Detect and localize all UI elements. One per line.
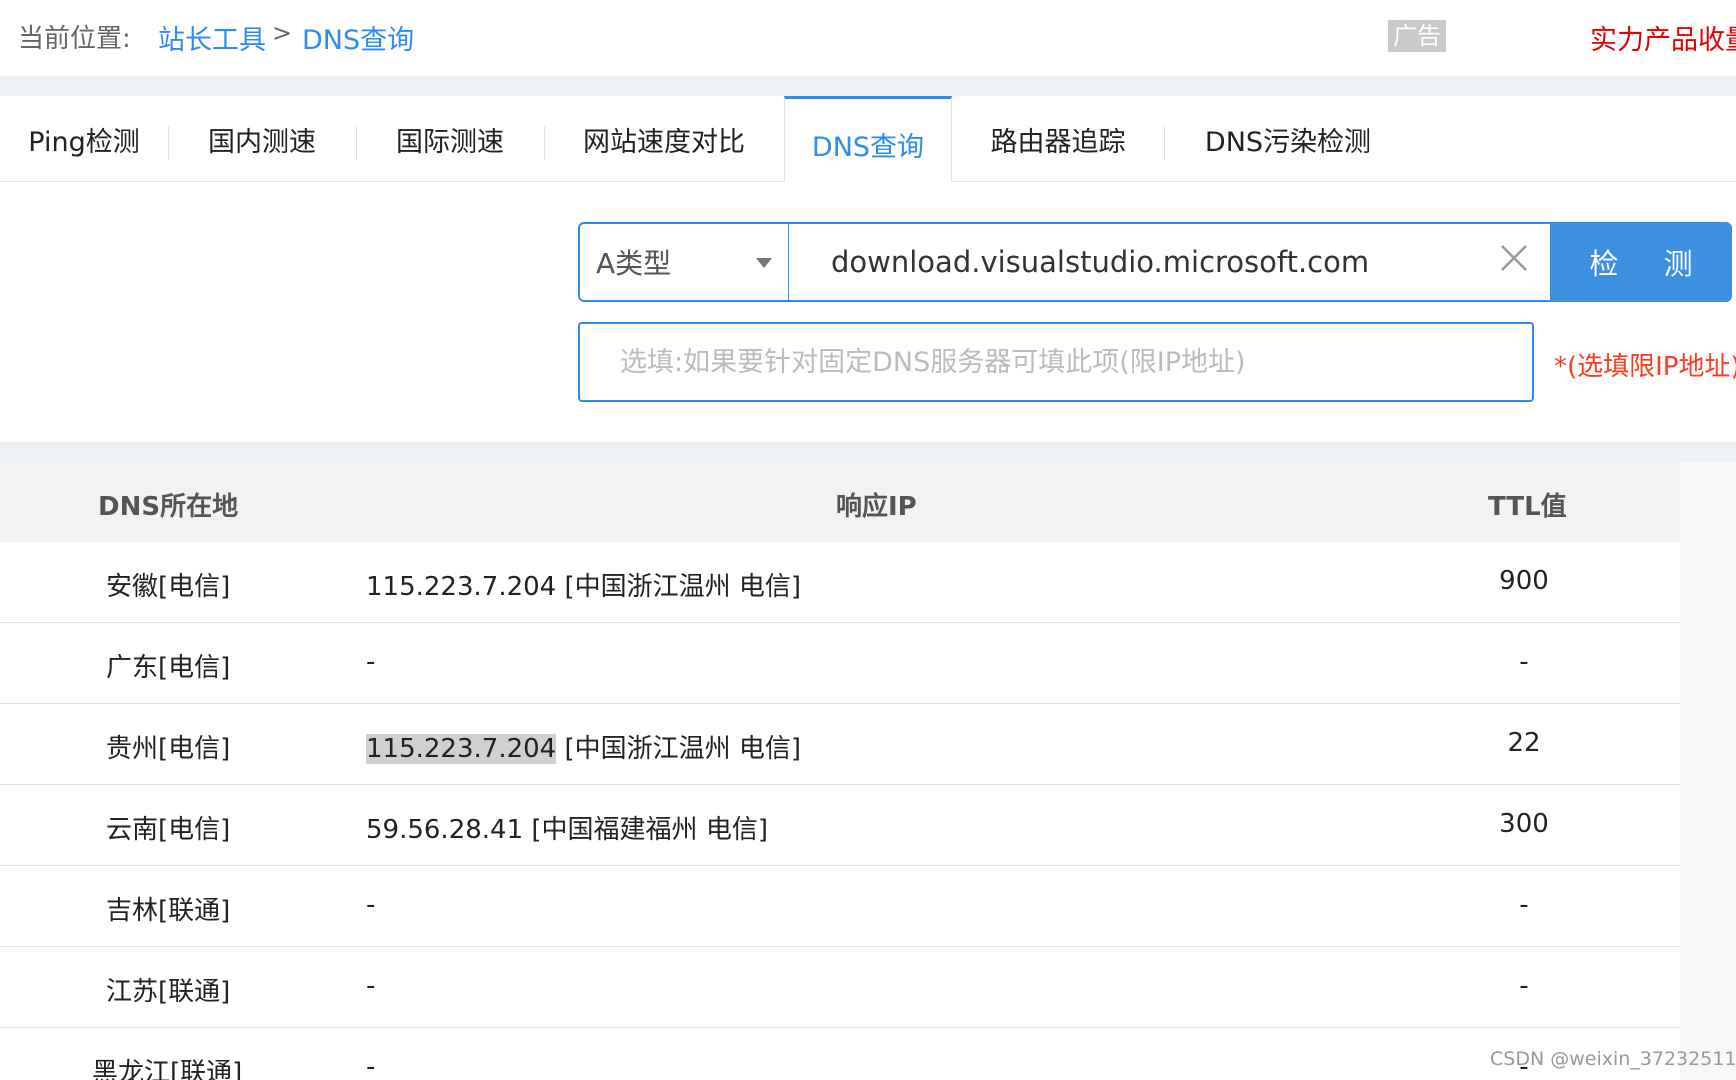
table-row: 云南[电信] 59.56.28.41 [中国福建福州 电信] 300	[0, 785, 1680, 866]
tab-domestic-speed[interactable]: 国内测速	[168, 96, 356, 182]
tool-tabs: Ping检测 国内测速 国际测速 网站速度对比 DNS查询 路由器追踪 DNS污…	[0, 96, 1736, 183]
cell-response-ip: 59.56.28.41 [中国福建福州 电信]	[366, 809, 768, 846]
section-divider	[0, 76, 1736, 96]
dns-server-hint: *(选填限IP地址)	[1554, 352, 1736, 382]
cell-location: 安徽[电信]	[106, 572, 231, 602]
cell-ttl: -	[1519, 971, 1529, 1001]
header-location: DNS所在地	[98, 492, 239, 522]
cell-response-ip: -	[366, 971, 375, 1001]
ip-address: 59.56.28.41	[366, 815, 524, 845]
results-table: DNS所在地 响应IP TTL值 安徽[电信] 115.223.7.204 [中…	[0, 462, 1680, 1080]
caret-down-icon	[756, 258, 772, 268]
cell-response-ip: -	[366, 647, 375, 677]
domain-input[interactable]	[788, 222, 1552, 302]
tab-route-trace[interactable]: 路由器追踪	[952, 96, 1164, 182]
page-gutter	[1680, 462, 1736, 1080]
top-bar: 当前位置: 站长工具 > DNS查询 广告 实力产品收量	[0, 0, 1736, 76]
ip-address: -	[366, 890, 376, 920]
dns-query-page: 当前位置: 站长工具 > DNS查询 广告 实力产品收量 Ping检测 国内测速…	[0, 0, 1736, 1080]
ip-address: -	[366, 971, 376, 1001]
tab-site-speed-compare[interactable]: 网站速度对比	[544, 96, 784, 182]
cell-response-ip: -	[366, 890, 375, 920]
cell-ttl: -	[1519, 890, 1529, 920]
record-type-value: A类型	[596, 247, 672, 280]
ad-badge: 广告	[1388, 20, 1446, 52]
breadcrumb-link-webmaster-tools[interactable]: 站长工具	[158, 18, 266, 57]
cell-location: 江苏[联通]	[106, 977, 231, 1007]
table-row: 安徽[电信] 115.223.7.204 [中国浙江温州 电信] 900	[0, 542, 1680, 623]
cell-location: 云南[电信]	[106, 815, 231, 845]
cell-ttl: 300	[1499, 809, 1549, 839]
record-type-select[interactable]: A类型	[578, 222, 790, 302]
breadcrumb-separator: >	[272, 19, 293, 47]
cell-response-ip: 115.223.7.204 [中国浙江温州 电信]	[366, 566, 801, 603]
tab-dns-pollution[interactable]: DNS污染检测	[1164, 96, 1412, 182]
close-icon[interactable]	[1496, 240, 1532, 276]
query-form: A类型 检 测 *(选填限IP地址)	[0, 182, 1736, 442]
ip-geo: [中国浙江温州 电信]	[556, 734, 802, 764]
cell-ttl: 900	[1499, 566, 1549, 596]
ip-address: -	[366, 1052, 376, 1080]
cell-location: 吉林[联通]	[106, 896, 231, 926]
table-row: 吉林[联通] - -	[0, 866, 1680, 947]
table-row: 黑龙江[联通] - -	[0, 1028, 1680, 1080]
tab-ping[interactable]: Ping检测	[0, 96, 168, 182]
detect-button[interactable]: 检 测	[1550, 222, 1732, 302]
tab-dns-query[interactable]: DNS查询	[784, 96, 952, 183]
cell-ttl: 22	[1507, 728, 1541, 758]
cell-location: 广东[电信]	[106, 653, 231, 683]
table-header: DNS所在地 响应IP TTL值	[0, 462, 1680, 542]
watermark: CSDN @weixin_37232511	[1490, 1048, 1736, 1070]
ip-address-selected[interactable]: 115.223.7.204	[366, 734, 557, 764]
cell-location: 贵州[电信]	[106, 734, 231, 764]
table-row: 贵州[电信] 115.223.7.204 [中国浙江温州 电信] 22	[0, 704, 1680, 785]
ip-address: -	[366, 647, 376, 677]
cell-location: 黑龙江[联通]	[92, 1058, 243, 1080]
cell-response-ip: -	[366, 1052, 375, 1080]
section-divider	[0, 442, 1736, 462]
dns-server-input[interactable]	[578, 322, 1534, 402]
breadcrumb-label: 当前位置:	[18, 24, 131, 54]
breadcrumb-link-dns-query[interactable]: DNS查询	[302, 18, 414, 57]
cell-ttl: -	[1519, 647, 1529, 677]
header-response-ip: 响应IP	[836, 492, 917, 522]
ip-geo: [中国浙江温州 电信]	[556, 572, 802, 602]
table-row: 江苏[联通] - -	[0, 947, 1680, 1028]
header-ttl: TTL值	[1488, 492, 1567, 522]
ip-geo: [中国福建福州 电信]	[523, 815, 768, 845]
ad-text-link[interactable]: 实力产品收量	[1590, 18, 1736, 57]
tab-international-speed[interactable]: 国际测速	[356, 96, 544, 182]
table-row: 广东[电信] - -	[0, 623, 1680, 704]
cell-response-ip: 115.223.7.204 [中国浙江温州 电信]	[366, 728, 801, 765]
ip-address: 115.223.7.204	[366, 572, 557, 602]
